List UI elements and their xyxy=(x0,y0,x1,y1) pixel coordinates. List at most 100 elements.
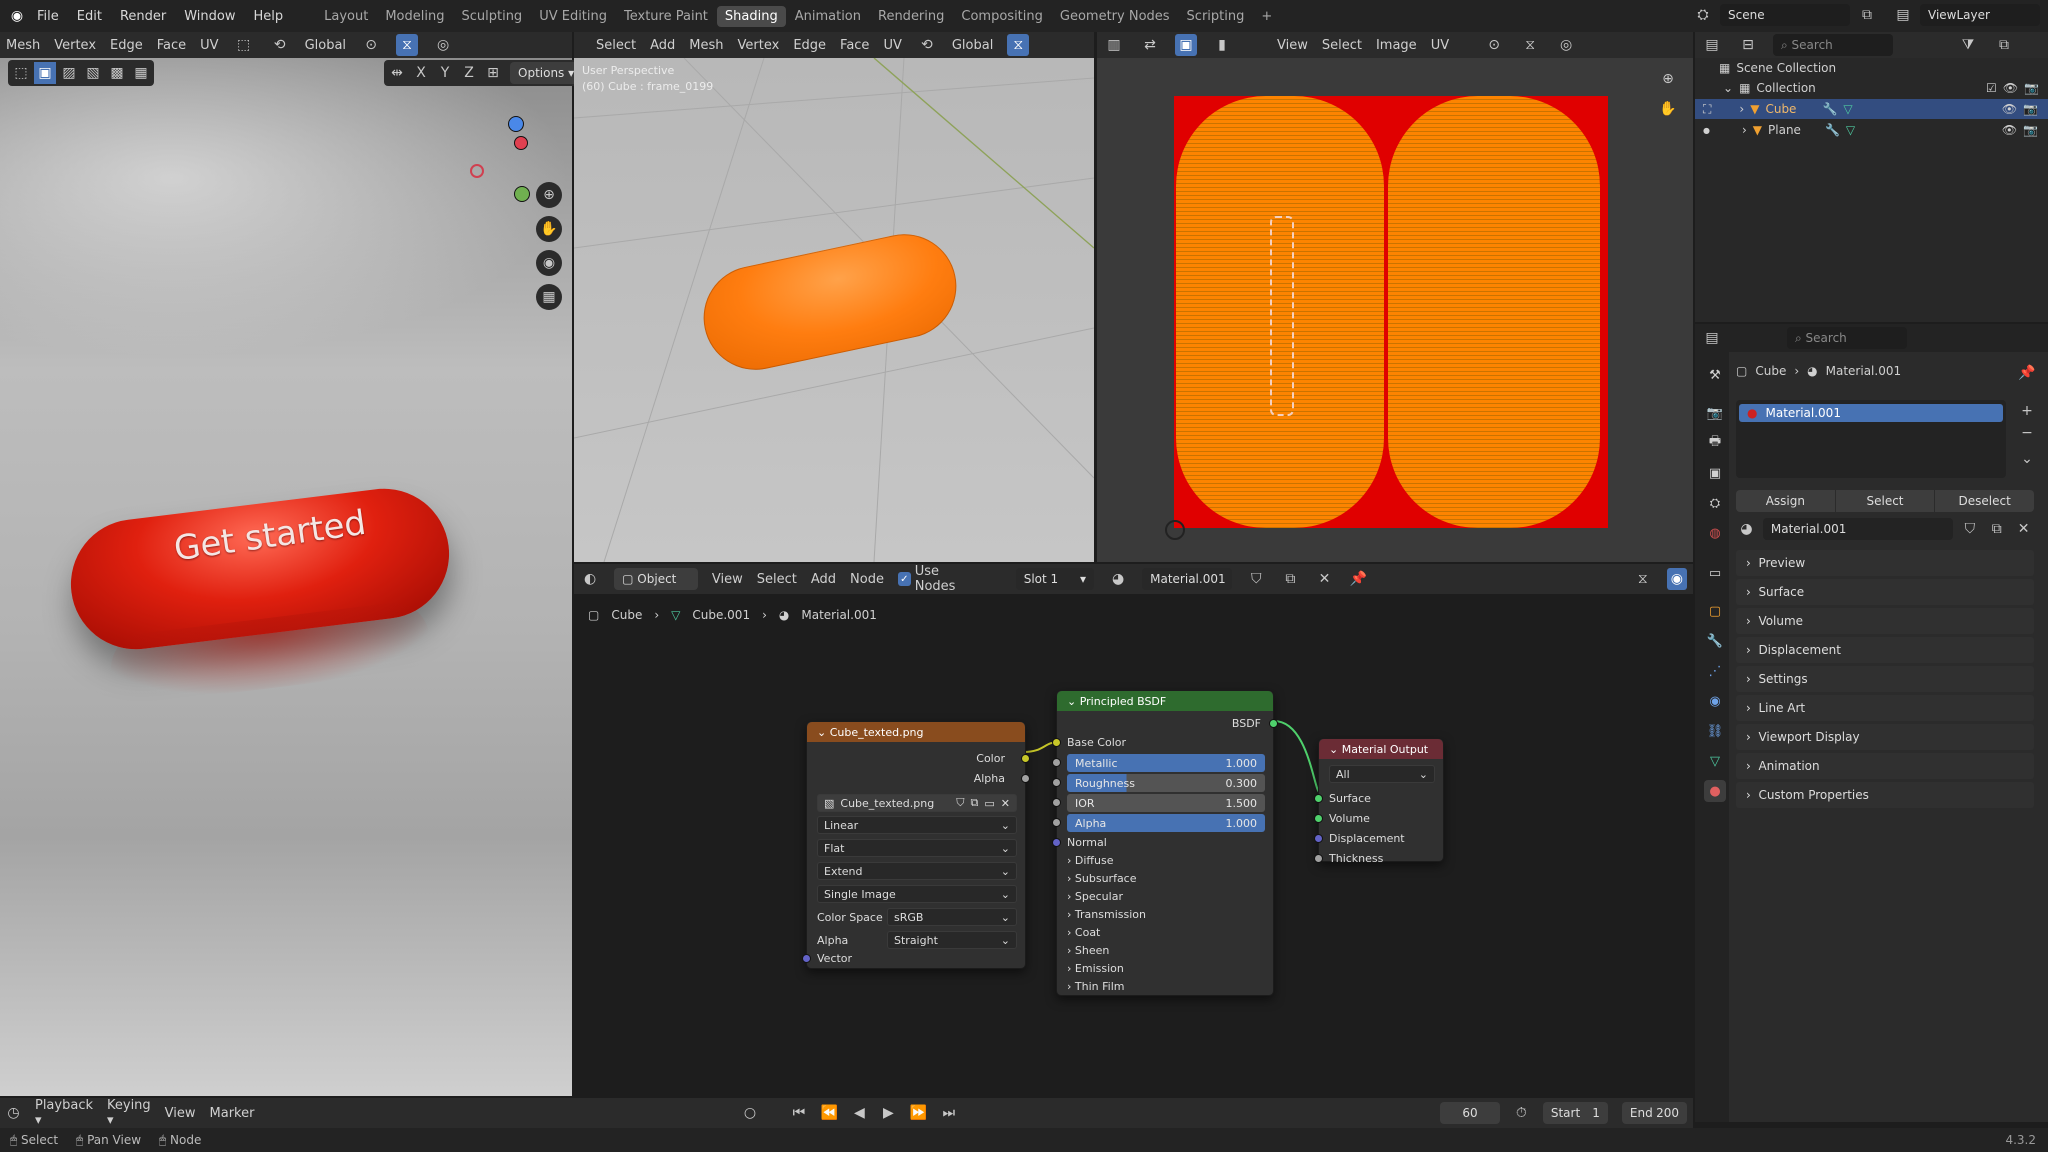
browse-material-icon[interactable]: ◕ xyxy=(1736,518,1757,540)
metallic-socket[interactable] xyxy=(1052,758,1061,767)
tab-animation[interactable]: Animation xyxy=(787,6,869,27)
metallic-field[interactable]: Metallic 1.000 xyxy=(1067,754,1265,772)
transform-orientation-mid[interactable]: Global xyxy=(952,38,993,53)
menu-keying[interactable]: Keying ▾ xyxy=(107,1098,151,1128)
roughness-field[interactable]: Roughness 0.300 xyxy=(1067,774,1265,792)
pin-icon[interactable]: 📌 xyxy=(2016,362,2038,384)
jump-start-icon[interactable]: ⏮ xyxy=(791,1102,806,1124)
menu-vertex-mid[interactable]: Vertex xyxy=(738,38,780,53)
uv-sync-selection-icon[interactable]: ⇄ xyxy=(1139,34,1161,56)
base-color-socket[interactable] xyxy=(1052,738,1061,747)
colorspace-dropdown[interactable]: sRGB ⌄ xyxy=(887,908,1017,926)
zoom-icon[interactable]: ⊕ xyxy=(536,182,562,208)
view-layer-icon[interactable]: ▤ xyxy=(1892,4,1914,26)
camera-icon[interactable]: 📷 xyxy=(2024,81,2039,95)
modifier-icon[interactable]: 🔧 xyxy=(1822,102,1837,116)
menu-mesh-mid[interactable]: Mesh xyxy=(689,38,723,53)
mode-invert-icon[interactable]: ▦ xyxy=(130,62,152,84)
panel-coat[interactable]: › Coat xyxy=(1067,926,1100,939)
uv-pan-icon[interactable]: ✋ xyxy=(1657,98,1679,120)
checkbox-icon[interactable]: ☑ xyxy=(1986,81,1997,95)
panel-displacement[interactable]: › Displacement xyxy=(1736,637,2034,663)
end-frame-field[interactable]: End 200 xyxy=(1621,1102,1687,1124)
particles-tab-icon[interactable]: ⋰ xyxy=(1704,660,1726,682)
output-node-header[interactable]: ⌄ Material Output xyxy=(1319,739,1443,759)
panel-surface[interactable]: › Surface xyxy=(1736,579,2034,605)
deselect-button[interactable]: Deselect xyxy=(1935,490,2035,512)
bsdf-node-header[interactable]: ⌄ Principled BSDF xyxy=(1057,691,1273,711)
image-texture-node[interactable]: ⌄ Cube_texted.png Color Alpha ▧ Cube_tex… xyxy=(802,721,1030,969)
assign-button[interactable]: Assign xyxy=(1736,490,1835,512)
menu-edit[interactable]: Edit xyxy=(68,9,111,24)
jump-end-icon[interactable]: ⏭ xyxy=(941,1102,956,1124)
menu-render[interactable]: Render xyxy=(111,9,175,24)
image-duplicate-icon[interactable]: ⧉ xyxy=(971,796,979,810)
world-tab-icon[interactable]: ◍ xyxy=(1704,522,1726,544)
material-tab-icon[interactable]: ● xyxy=(1704,780,1726,802)
panel-specular[interactable]: › Specular xyxy=(1067,890,1123,903)
slot-specials-icon[interactable]: ⌄ xyxy=(2016,448,2038,470)
image-open-folder-icon[interactable]: ▭ xyxy=(984,797,994,810)
menu-edge-mid[interactable]: Edge xyxy=(793,38,826,53)
uv-canvas[interactable]: ⊕ ✋ xyxy=(1097,58,1693,562)
snap-icon[interactable]: ⧖ xyxy=(396,34,419,56)
alpha-mode-dropdown[interactable]: Straight ⌄ xyxy=(887,931,1017,949)
menu-vertex[interactable]: Vertex xyxy=(54,38,96,53)
gizmo-x-icon[interactable] xyxy=(514,136,528,150)
menu-playback[interactable]: Playback ▾ xyxy=(35,1098,93,1128)
axis-z-toggle[interactable]: Z xyxy=(458,62,480,84)
uv-menu-view[interactable]: View xyxy=(1277,38,1308,53)
alpha-field[interactable]: Alpha 1.000 xyxy=(1067,814,1265,832)
menu-add[interactable]: Add xyxy=(650,38,675,53)
outliner-filter-icon[interactable]: ⧩ xyxy=(1957,34,1979,56)
view-layer-tab-icon[interactable]: ▣ xyxy=(1704,462,1726,484)
material-name-field[interactable]: Material.001 xyxy=(1762,518,1954,540)
panel-preview[interactable]: › Preview xyxy=(1736,550,2034,576)
tab-compositing[interactable]: Compositing xyxy=(953,6,1051,27)
bsdf-output-socket[interactable] xyxy=(1269,719,1278,728)
panel-thin-film[interactable]: › Thin Film xyxy=(1067,980,1124,993)
jump-key-back-icon[interactable]: ⏪ xyxy=(820,1102,837,1124)
ior-socket[interactable] xyxy=(1052,798,1061,807)
tab-sculpting[interactable]: Sculpting xyxy=(453,6,530,27)
mesh-data-icon[interactable]: ▽ xyxy=(1843,102,1852,116)
camera-view-icon[interactable]: ◉ xyxy=(536,250,562,276)
jump-key-forward-icon[interactable]: ⏩ xyxy=(910,1102,927,1124)
gizmo-y-icon[interactable] xyxy=(514,186,530,202)
volume-socket[interactable] xyxy=(1314,814,1323,823)
panel-emission[interactable]: › Emission xyxy=(1067,962,1124,975)
image-fake-user-icon[interactable]: ⛉ xyxy=(956,796,964,810)
collection-tab-icon[interactable]: ▭ xyxy=(1704,562,1726,584)
constraints-tab-icon[interactable]: ⛓ xyxy=(1704,720,1726,742)
data-tab-icon[interactable]: ▽ xyxy=(1704,750,1726,772)
menu-select[interactable]: Select xyxy=(596,38,636,53)
projection-dropdown[interactable]: Flat ⌄ xyxy=(817,839,1017,857)
outliner-item-plane[interactable]: ● › ▼ Plane 🔧 ▽ 👁 📷 xyxy=(1695,120,2048,140)
snap-icon-mid[interactable]: ⧖ xyxy=(1007,34,1030,56)
uv-select-mode-icon[interactable]: ▣ xyxy=(1175,34,1197,56)
uv-menu-select[interactable]: Select xyxy=(1322,38,1362,53)
scene-tab-icon[interactable]: ⛭ xyxy=(1704,492,1726,514)
menu-edge[interactable]: Edge xyxy=(110,38,143,53)
tab-layout[interactable]: Layout xyxy=(316,6,376,27)
panel-line-art[interactable]: › Line Art xyxy=(1736,695,2034,721)
image-node-header[interactable]: ⌄ Cube_texted.png xyxy=(807,722,1025,742)
menu-uv[interactable]: UV xyxy=(200,38,218,53)
outliner-new-collection-icon[interactable]: ⧉ xyxy=(1993,34,2015,56)
mode-extend-icon[interactable]: ▨ xyxy=(58,62,80,84)
solid-canvas[interactable]: User Perspective (60) Cube : frame_0199 xyxy=(574,58,1094,562)
mode-subtract-icon[interactable]: ▧ xyxy=(82,62,104,84)
panel-transmission[interactable]: › Transmission xyxy=(1067,908,1146,921)
overlay-icon[interactable]: ⊞ xyxy=(482,62,504,84)
add-slot-icon[interactable]: + xyxy=(2016,400,2038,422)
add-workspace-icon[interactable]: + xyxy=(1253,6,1280,27)
uv-snap-icon[interactable]: ⧖ xyxy=(1519,34,1541,56)
gizmo-z-icon[interactable] xyxy=(508,116,524,132)
mode-intersect-icon[interactable]: ▩ xyxy=(106,62,128,84)
axis-x-toggle[interactable]: X xyxy=(410,62,432,84)
ior-field[interactable]: IOR 1.500 xyxy=(1067,794,1265,812)
panel-diffuse[interactable]: › Diffuse xyxy=(1067,854,1113,867)
output-tab-icon[interactable]: 🖶 xyxy=(1704,432,1726,454)
tab-rendering[interactable]: Rendering xyxy=(870,6,952,27)
timeline-editor-icon[interactable]: ◷ xyxy=(6,1102,21,1124)
